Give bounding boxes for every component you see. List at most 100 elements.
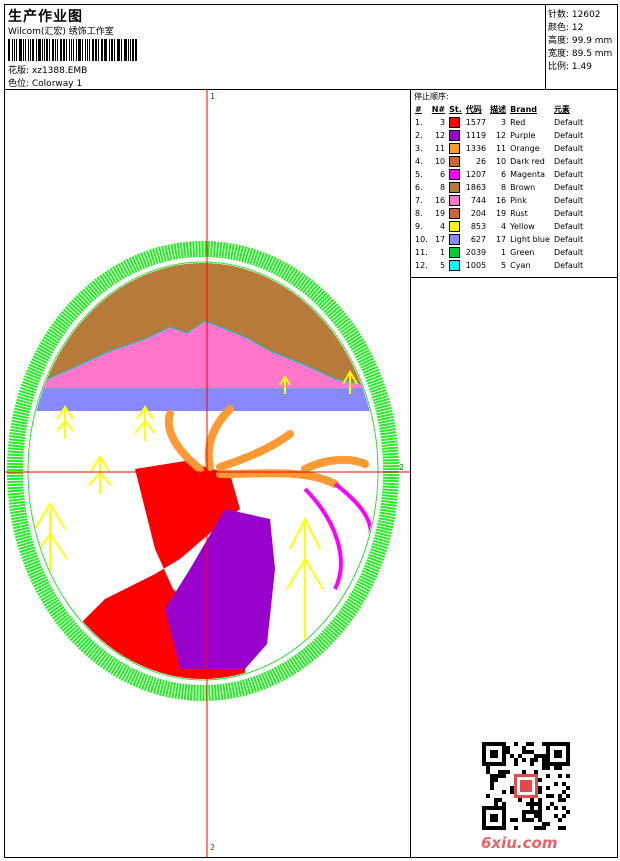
design-scale: 比例: 1.49 [548,62,592,72]
barcode-bar [109,39,110,61]
stitch-count-cell: 744 [470,196,487,205]
color-description: Green [510,248,535,257]
row-index: 2. [415,131,423,140]
worksheet: 生产作业图 Wilcom(汇宏) 绣饰工作室 花版: xz1388.EMB 色位… [4,4,618,858]
qr-module [538,754,542,758]
qr-module [566,786,570,790]
color-description: Pink [510,196,527,205]
swatch-box [449,208,461,219]
row-index: 5. [415,170,423,179]
table-row: 1. 3 1577 3 Red Default [413,116,585,129]
barcode-bar [104,39,107,61]
color-swatch [447,168,464,181]
qr-module [514,742,518,746]
row-index: 7. [415,196,423,205]
qr-module [522,750,526,754]
needle-number: 4 [440,222,446,231]
qr-module [554,806,558,810]
qr-module [526,742,530,746]
qr-module [538,790,542,794]
color-count: 颜色: 12 [548,23,584,33]
qr-module [546,794,550,798]
qr-module [494,774,498,778]
color-code: 17 [495,235,507,244]
swatch-box [449,247,461,258]
qr-module [562,826,566,830]
barcode-bar [24,39,26,61]
qr-module [534,754,538,758]
qr-module [510,754,514,758]
barcode-bar [84,39,87,61]
qr-module [530,742,534,746]
row-index: 8. [415,209,423,218]
qr-module [530,810,534,814]
thread-brand: Default [553,235,584,244]
qr-module [554,782,558,786]
color-code: 11 [495,144,507,153]
barcode-bar [63,39,65,61]
color-swatch [447,207,464,220]
table-row: 11. 1 2039 1 Green Default [413,246,585,259]
qr-module [534,814,538,818]
qr-module [530,762,534,766]
qr-module [510,818,514,822]
stitch-count-cell: 2039 [465,248,487,257]
barcode-bar [19,39,22,61]
qr-module [502,770,506,774]
barcode-bar [27,39,29,61]
stitch-count-cell: 26 [475,157,487,166]
qr-module [522,746,526,750]
color-code: 4 [501,222,507,231]
qr-module [562,790,566,794]
color-description: Light blue [510,235,550,244]
barcode-bar [89,39,91,61]
qr-module [522,810,526,814]
page-title: 生产作业图 [8,9,83,25]
header: 生产作业图 Wilcom(汇宏) 绣饰工作室 花版: xz1388.EMB 色位… [5,5,617,90]
needle-number: 11 [434,144,446,153]
barcode-bar [54,39,56,61]
table-row: 2. 12 1119 12 Purple Default [413,129,585,142]
barcode-bar [70,39,73,61]
qr-module [530,818,534,822]
thread-brand: Default [553,157,584,166]
qr-module [558,826,562,830]
qr-module [562,814,566,818]
barcode-bar [11,39,13,61]
barcode-bar [113,39,115,61]
qr-module [506,750,510,754]
swatch-box [449,260,461,271]
qr-module [486,770,490,774]
barcode-bar [65,39,67,61]
qr-module [542,822,546,826]
qr-module [510,790,514,794]
qr-module [538,826,542,830]
axis-label-top: 1 [210,92,216,101]
qr-module [550,802,554,806]
qr-module [490,814,498,822]
qr-module [520,780,532,792]
row-index: 9. [415,222,423,231]
qr-module [526,818,530,822]
barcode-bar [68,39,70,61]
qr-module [538,810,542,814]
barcode-bar [44,39,46,61]
color-code: 1 [501,248,507,257]
qr-module [526,810,530,814]
thread-brand: Default [553,196,584,205]
qr-module [550,794,554,798]
qr-module [518,754,522,758]
thread-brand: Default [553,209,584,218]
qr-module [558,798,562,802]
qr-module [542,758,546,762]
needle-number: 6 [440,170,446,179]
barcode-bar [32,39,35,61]
barcode-bar [97,39,99,61]
row-index: 1. [415,118,423,127]
qr-module [498,774,502,778]
design-height: 高度: 99.9 mm [548,36,613,46]
color-swatch [447,194,464,207]
barcode-bar [135,39,137,61]
barcode-bar [36,39,37,61]
barcode-bar [46,39,49,61]
